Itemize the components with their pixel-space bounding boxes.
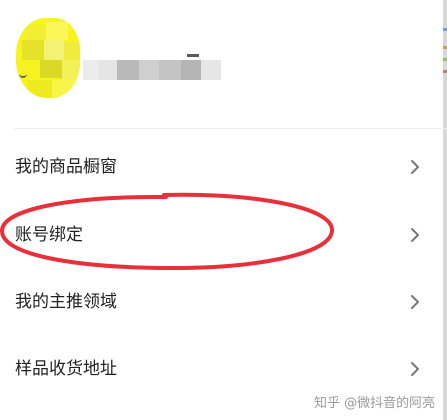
chevron-right-icon xyxy=(411,228,419,242)
chevron-right-icon xyxy=(411,362,419,376)
chevron-right-icon xyxy=(411,160,419,174)
watermark-text: 知乎 @微抖音的阿亮 xyxy=(314,396,436,411)
menu-item-main-field[interactable]: 我的主推领域 xyxy=(0,270,447,334)
menu-item-product-window[interactable]: 我的商品橱窗 xyxy=(0,135,447,199)
menu-item-label: 样品收货地址 xyxy=(15,359,117,379)
menu-item-account-binding[interactable]: 账号绑定 xyxy=(0,203,447,267)
menu-item-label: 我的主推领域 xyxy=(15,292,117,312)
chevron-right-icon xyxy=(411,295,419,309)
header-divider xyxy=(14,128,447,129)
username-blurred xyxy=(83,54,225,82)
screen: 我的商品橱窗 账号绑定 我的主推领域 样品收货地址 知乎 @微抖音的阿亮 xyxy=(0,0,447,420)
menu-item-label: 账号绑定 xyxy=(15,225,83,245)
menu-item-label: 我的商品橱窗 xyxy=(15,157,117,177)
avatar[interactable] xyxy=(16,18,80,98)
